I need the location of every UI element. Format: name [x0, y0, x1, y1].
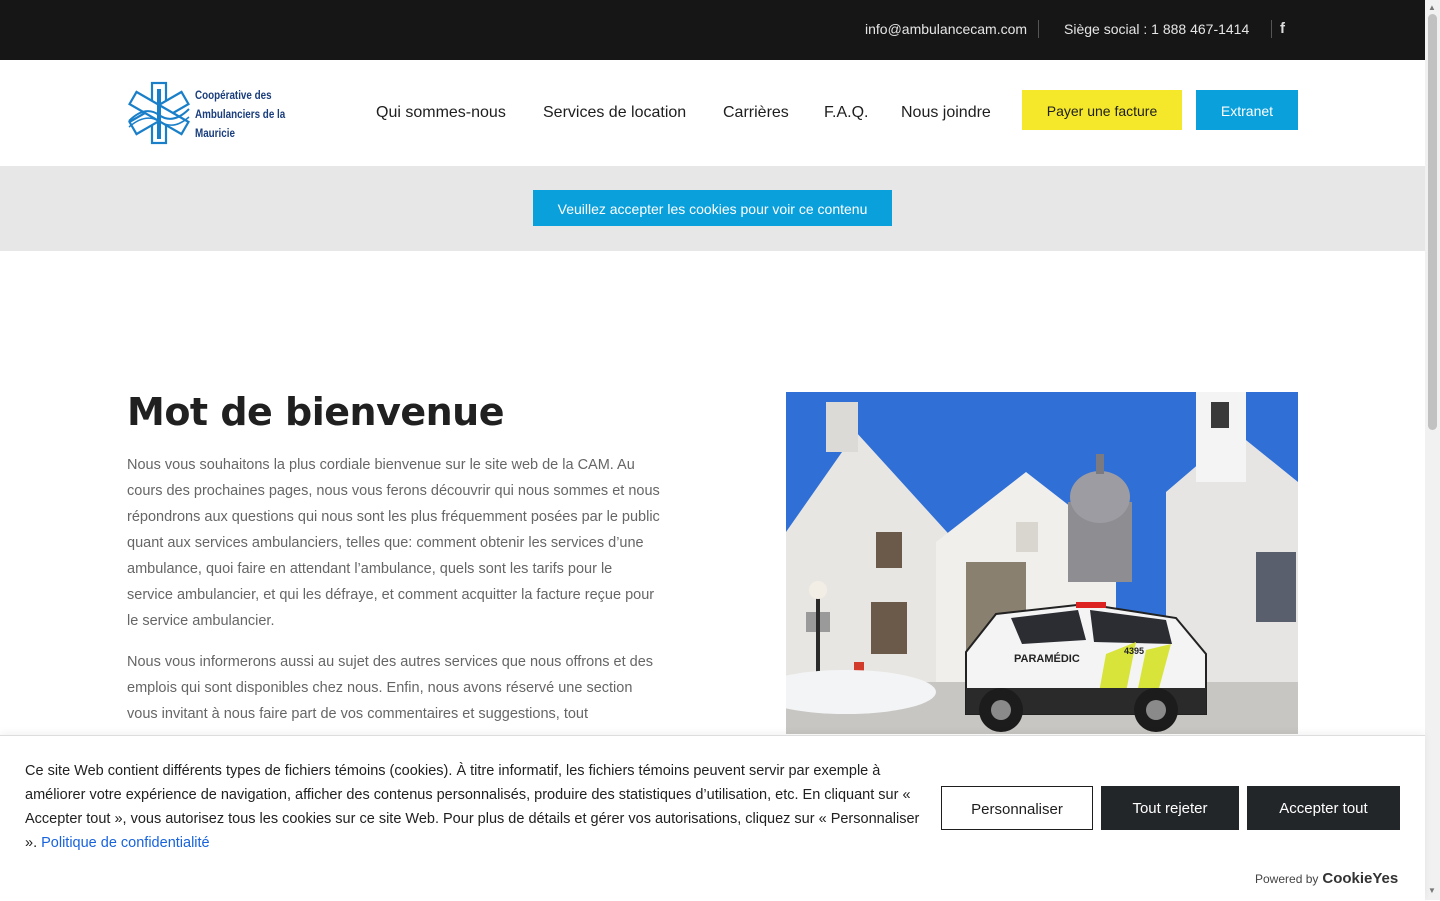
page-scrollbar[interactable]: ▲ ▼: [1425, 0, 1440, 900]
nav-item-rental-services[interactable]: Services de location: [543, 104, 686, 122]
welcome-paragraph: Nous vous souhaitons la plus cordiale bi…: [127, 457, 660, 629]
nav-item-careers[interactable]: Carrières: [723, 104, 789, 122]
page-title: Mot de bienvenue: [127, 390, 505, 434]
blocked-content-placeholder: Veuillez accepter les cookies pour voir …: [0, 166, 1425, 251]
nav-item-faq[interactable]: F.A.Q.: [824, 104, 868, 122]
star-of-life-logo-icon: [128, 81, 190, 145]
site-logo[interactable]: Coopérative des Ambulanciers de la Mauri…: [127, 81, 297, 147]
nav-item-contact[interactable]: Nous joindre: [901, 104, 991, 122]
nav-item-about[interactable]: Qui sommes-nous: [376, 104, 506, 122]
scroll-down-arrow-icon[interactable]: ▼: [1428, 886, 1436, 895]
scroll-up-arrow-icon[interactable]: ▲: [1428, 3, 1436, 12]
extranet-button[interactable]: Extranet: [1196, 90, 1298, 130]
paramedic-vehicle: PARAMÉDIC 4395: [965, 602, 1207, 732]
divider: [1038, 20, 1039, 38]
privacy-policy-link[interactable]: Politique de confidentialité: [41, 835, 209, 851]
cookieyes-brand[interactable]: CookieYes: [1322, 870, 1398, 887]
ambulance-photo: PARAMÉDIC 4395: [786, 392, 1298, 734]
contact-email-link[interactable]: info@ambulancecam.com: [865, 21, 1027, 37]
welcome-paragraph: Nous vous informerons aussi au sujet des…: [127, 654, 654, 722]
divider: [1271, 20, 1272, 38]
site-header: Coopérative des Ambulanciers de la Mauri…: [0, 60, 1425, 166]
logo-line: Mauricie: [195, 126, 235, 140]
head-office-phone[interactable]: Siège social : 1 888 467-1414: [1064, 21, 1249, 37]
facebook-icon[interactable]: f: [1280, 20, 1285, 37]
street-scene-image: PARAMÉDIC 4395: [786, 392, 1298, 734]
powered-by: Powered by CookieYes: [1255, 870, 1398, 887]
logo-line: Coopérative des: [195, 88, 272, 102]
customize-cookies-button[interactable]: Personnaliser: [941, 786, 1093, 830]
cookie-notice-text: Ce site Web contient différents types de…: [25, 759, 925, 855]
cookie-consent-banner: Ce site Web contient différents types de…: [0, 735, 1425, 901]
powered-by-label: Powered by: [1255, 872, 1319, 886]
pay-invoice-button[interactable]: Payer une facture: [1022, 90, 1182, 130]
logo-line: Ambulanciers de la: [195, 107, 286, 121]
reject-all-button[interactable]: Tout rejeter: [1101, 786, 1239, 830]
top-bar: info@ambulancecam.com Siège social : 1 8…: [0, 0, 1425, 60]
vehicle-number: 4395: [1124, 646, 1144, 656]
logo-text: Coopérative des Ambulanciers de la Mauri…: [195, 86, 285, 143]
vehicle-label: PARAMÉDIC: [1014, 652, 1080, 665]
scrollbar-thumb[interactable]: [1428, 14, 1437, 430]
accept-all-button[interactable]: Accepter tout: [1247, 786, 1400, 830]
accept-cookies-to-view-button[interactable]: Veuillez accepter les cookies pour voir …: [533, 190, 892, 226]
